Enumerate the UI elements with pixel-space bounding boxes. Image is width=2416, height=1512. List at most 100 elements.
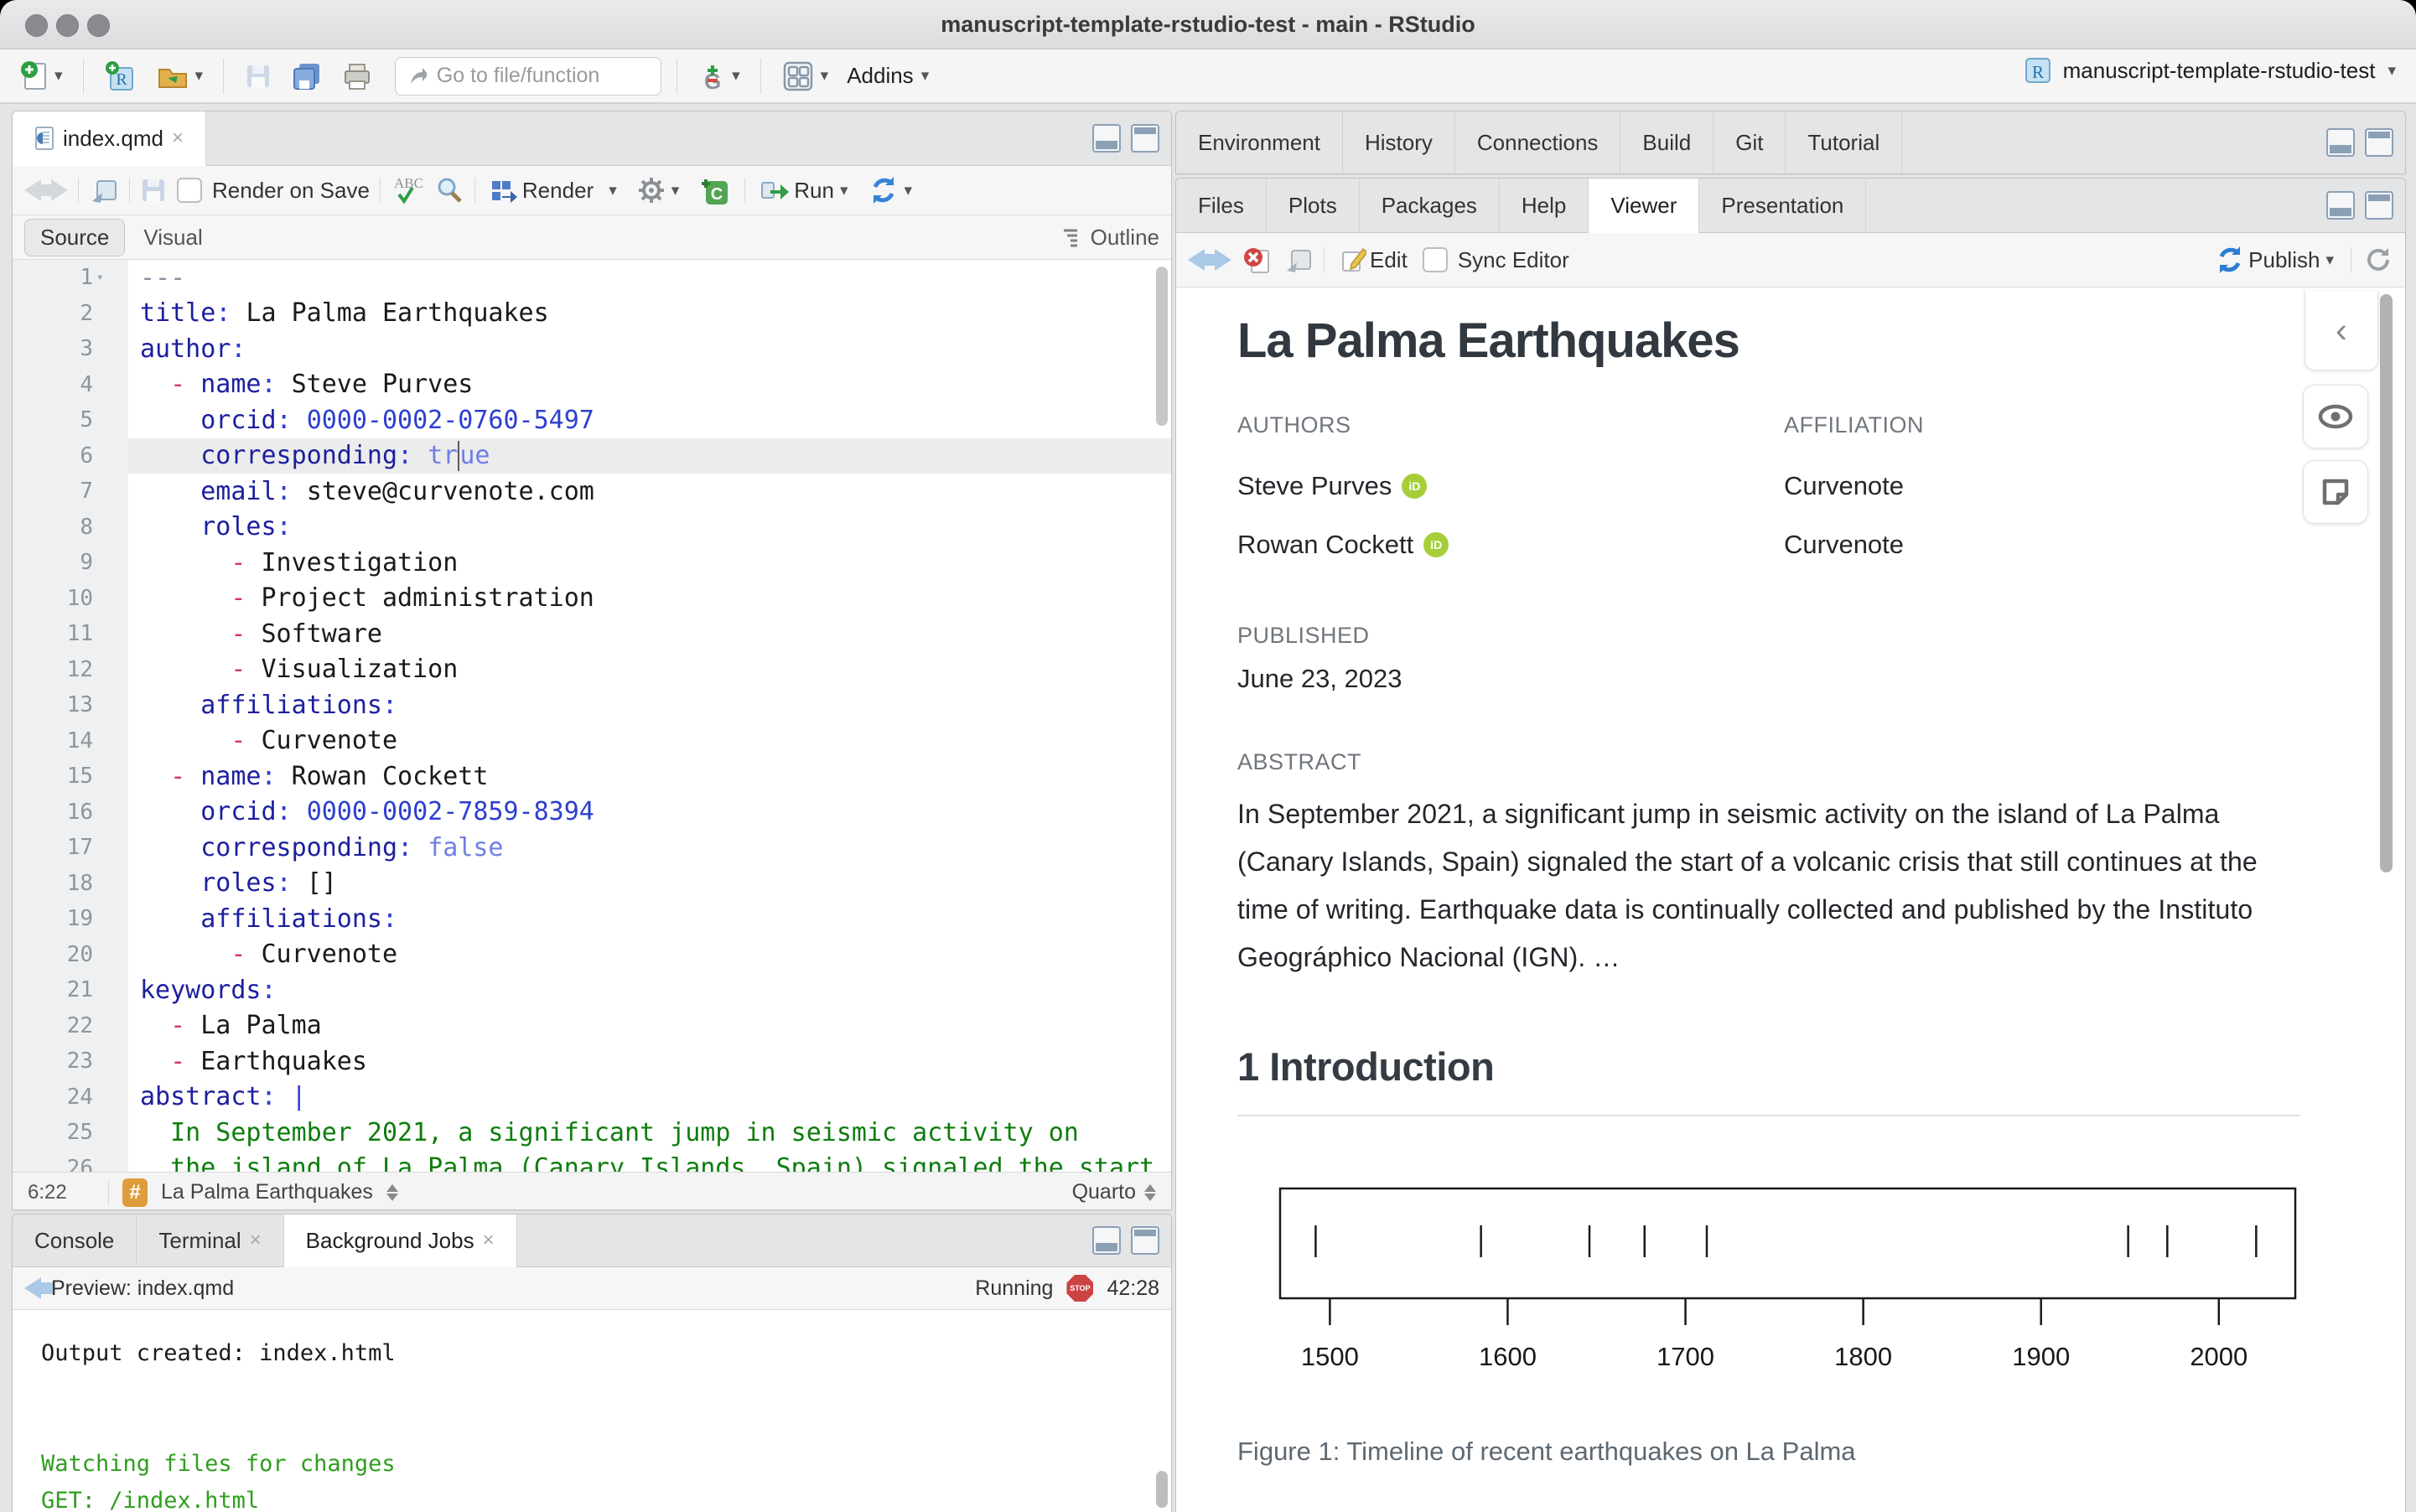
code-line[interactable]: 15 - name: Rowan Cockett <box>13 759 1171 795</box>
rerun-button[interactable]: ▾ <box>863 172 918 209</box>
tab-source-mode[interactable]: Source <box>24 218 126 256</box>
tab-files[interactable]: Files <box>1176 179 1267 232</box>
fold-arrow-icon[interactable]: ▾ <box>96 271 103 284</box>
code-line[interactable]: 14 - Curvenote <box>13 723 1171 759</box>
addins-button[interactable]: Addins ▾ <box>842 60 934 92</box>
tab-presentation[interactable]: Presentation <box>1699 179 1867 232</box>
tab-tutorial[interactable]: Tutorial <box>1786 111 1903 173</box>
clear-viewer-icon[interactable] <box>1242 244 1273 276</box>
sync-editor-checkbox[interactable] <box>1422 247 1448 272</box>
tab-index-qmd[interactable]: index.qmd × <box>13 111 206 166</box>
code-line[interactable]: 19 affiliations: <box>13 901 1171 937</box>
console-scrollbar[interactable] <box>1156 1471 1168 1508</box>
refresh-icon[interactable] <box>2363 245 2393 275</box>
editor-scrollbar[interactable] <box>1156 267 1168 426</box>
minimize-pane-icon[interactable] <box>2326 128 2355 157</box>
code-line[interactable]: 24 abstract: | <box>13 1080 1171 1116</box>
format-spinner-icon[interactable] <box>1144 1183 1156 1201</box>
code-line[interactable]: 8 roles: <box>13 510 1171 546</box>
maximize-pane-icon[interactable] <box>2365 128 2393 157</box>
orcid-id-icon[interactable]: iD <box>1402 474 1428 499</box>
symbol-menu[interactable]: La Palma Earthquakes <box>161 1180 373 1204</box>
code-line[interactable]: 2 title: La Palma Earthquakes <box>13 296 1171 332</box>
code-line[interactable]: 3 author: <box>13 331 1171 367</box>
code-editor[interactable]: 1 ▾ --- 2 title: La Palma Earthquakes 3 author… <box>13 260 1171 1172</box>
minimize-pane-icon[interactable] <box>1092 1226 1121 1255</box>
code-line[interactable]: 26 the island of La Palma (Canary Island… <box>13 1151 1171 1172</box>
forward-icon[interactable] <box>1215 249 1231 271</box>
code-line[interactable]: 13 affiliations: <box>13 687 1171 723</box>
close-icon[interactable]: × <box>483 1229 495 1252</box>
code-line[interactable]: 4 - name: Steve Purves <box>13 367 1171 403</box>
version-control-button[interactable]: G ▾ <box>692 55 745 97</box>
minimize-pane-icon[interactable] <box>1092 124 1121 153</box>
tab-packages[interactable]: Packages <box>1360 179 1500 232</box>
popout-window-icon[interactable] <box>1283 246 1314 274</box>
workspace-panes-button[interactable]: ▾ <box>776 56 834 96</box>
tab-history[interactable]: History <box>1343 111 1455 173</box>
tab-git[interactable]: Git <box>1713 111 1786 173</box>
popout-window-icon[interactable] <box>89 176 119 205</box>
stop-job-icon[interactable]: STOP <box>1066 1275 1094 1302</box>
insert-chunk-button[interactable]: C <box>694 171 734 210</box>
tab-environment[interactable]: Environment <box>1176 111 1343 173</box>
tab-help[interactable]: Help <box>1500 179 1589 232</box>
tab-plots[interactable]: Plots <box>1267 179 1360 232</box>
code-line[interactable]: 9 - Investigation <box>13 545 1171 581</box>
goto-file-search[interactable] <box>395 56 662 96</box>
code-line[interactable]: 25 In September 2021, a significant jump… <box>13 1115 1171 1151</box>
tab-terminal[interactable]: Terminal × <box>137 1214 284 1266</box>
code-line[interactable]: 5 orcid: 0000-0002-0760-5497 <box>13 402 1171 438</box>
project-selector[interactable]: R manuscript-template-rstudio-test ▾ <box>2023 55 2396 85</box>
symbol-spinner-icon[interactable] <box>386 1183 398 1201</box>
save-button[interactable] <box>239 59 277 94</box>
code-line[interactable]: 7 email: steve@curvenote.com <box>13 474 1171 510</box>
doc-format-menu[interactable]: Quarto <box>1072 1180 1136 1204</box>
forward-icon[interactable] <box>51 179 68 201</box>
open-file-button[interactable]: ▾ <box>151 58 209 95</box>
tab-connections[interactable]: Connections <box>1455 111 1621 173</box>
viewer-scrollbar[interactable] <box>2380 294 2393 873</box>
outline-button[interactable]: Outline <box>1062 225 1159 251</box>
code-line[interactable]: 23 - Earthquakes <box>13 1043 1171 1080</box>
close-icon[interactable]: × <box>172 127 184 150</box>
back-icon[interactable] <box>24 179 53 201</box>
save-all-button[interactable] <box>286 57 328 96</box>
code-line[interactable]: 17 corresponding: false <box>13 830 1171 866</box>
edit-button[interactable]: Edit <box>1335 242 1413 277</box>
back-icon[interactable] <box>1188 249 1216 271</box>
code-line[interactable]: 16 orcid: 0000-0002-7859-8394 <box>13 795 1171 831</box>
code-line[interactable]: 6 corresponding: true <box>13 438 1171 474</box>
tab-build[interactable]: Build <box>1620 111 1714 173</box>
maximize-pane-icon[interactable] <box>2365 191 2393 220</box>
run-button[interactable]: Run ▾ <box>755 174 853 207</box>
render-button[interactable]: Render ▾ <box>485 174 622 207</box>
goto-file-input[interactable] <box>434 63 650 89</box>
tab-background-jobs[interactable]: Background Jobs × <box>283 1214 517 1267</box>
search-icon[interactable] <box>434 175 464 205</box>
tab-visual-mode[interactable]: Visual <box>125 220 220 256</box>
maximize-pane-icon[interactable] <box>1131 1226 1159 1255</box>
code-line[interactable]: 20 - Curvenote <box>13 937 1171 973</box>
close-icon[interactable]: × <box>250 1229 262 1252</box>
print-button[interactable] <box>336 58 378 95</box>
tab-viewer[interactable]: Viewer <box>1589 179 1700 233</box>
visibility-button[interactable] <box>2303 385 2368 448</box>
render-on-save-checkbox[interactable] <box>177 178 202 203</box>
new-project-button[interactable]: R <box>99 56 143 96</box>
code-line[interactable]: 22 - La Palma <box>13 1008 1171 1044</box>
publish-button[interactable]: Publish ▾ <box>2210 241 2339 278</box>
code-line[interactable]: 11 - Software <box>13 616 1171 652</box>
code-line[interactable]: 21 keywords: <box>13 972 1171 1008</box>
new-file-button[interactable]: ▾ <box>15 57 68 96</box>
code-line[interactable]: 1 ▾ --- <box>13 260 1171 296</box>
back-icon[interactable] <box>24 1277 53 1299</box>
spellcheck-icon[interactable]: ABC <box>391 173 424 208</box>
job-output[interactable]: Output created: index.html Watching files… <box>13 1310 1171 1512</box>
orcid-id-icon[interactable]: iD <box>1423 532 1449 557</box>
code-line[interactable]: 18 roles: [] <box>13 866 1171 902</box>
tab-console[interactable]: Console <box>13 1214 137 1266</box>
render-settings-button[interactable]: ▾ <box>632 173 685 208</box>
viewer-content[interactable]: La Palma Earthquakes AUTHORS AFFILIATION… <box>1176 287 2405 1512</box>
annotation-button[interactable] <box>2303 460 2368 524</box>
